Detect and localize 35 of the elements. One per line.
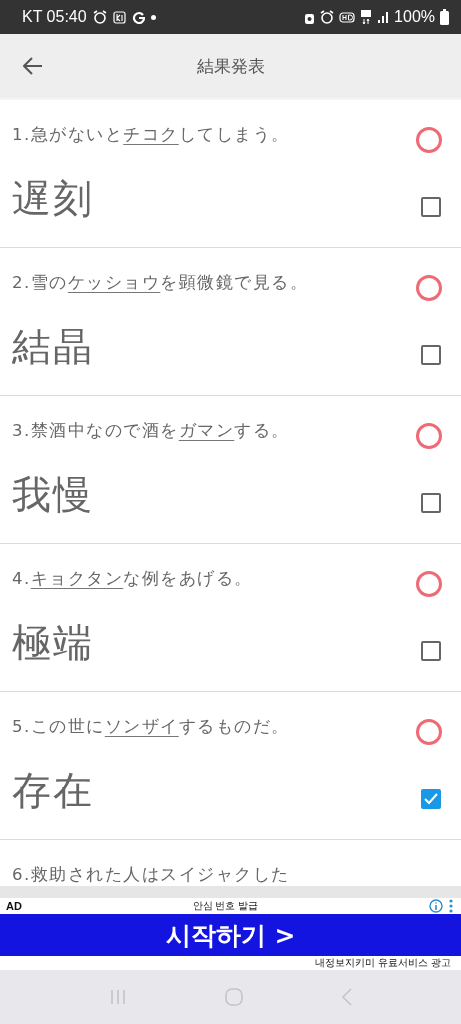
alarm-icon <box>92 10 107 24</box>
alarm-icon <box>320 10 335 24</box>
question-text: 5.この世に ソンザイ するものだ。 <box>12 716 290 738</box>
answer-text: 結晶 <box>12 323 94 371</box>
question-text: 6.救助された人はスイジャクした <box>12 864 290 886</box>
g-icon <box>131 10 145 24</box>
carrier-time: KT 05:40 <box>22 8 87 26</box>
ad-footer-text: 내정보지키미 유료서비스 광고 <box>314 956 451 970</box>
info-icon[interactable] <box>429 899 443 913</box>
more-icon[interactable] <box>449 899 453 913</box>
ad-headline: 안심 번호 발급 <box>192 899 259 913</box>
answer-text: 極端 <box>12 619 94 667</box>
checkbox[interactable] <box>421 789 441 809</box>
screen-title: 結果発表 <box>196 54 265 78</box>
question-text: 1.急がないと チコク してしまう。 <box>12 124 290 146</box>
back-icon[interactable] <box>23 57 43 75</box>
question-text: 3.禁酒中なので酒を ガマンする。 <box>12 420 290 442</box>
checkbox[interactable] <box>421 345 441 365</box>
ad-start-button[interactable]: 시작하기 > <box>0 914 461 956</box>
answer-text: 遅刻 <box>12 175 94 223</box>
app-icon <box>112 10 126 24</box>
checkbox[interactable] <box>421 493 441 513</box>
battery-percent: 100% <box>394 8 435 26</box>
battery-icon <box>440 9 449 25</box>
signal-icon <box>377 11 390 23</box>
question-text: 4.キョクタンな例をあげる。 <box>12 568 253 590</box>
network-icon <box>360 9 373 25</box>
answer-text: 存在 <box>12 767 94 815</box>
checkbox[interactable] <box>421 197 441 217</box>
ad-label: AD <box>6 900 22 912</box>
hd-icon <box>339 11 356 23</box>
answer-text: 我慢 <box>12 471 94 519</box>
checkbox[interactable] <box>421 641 441 661</box>
dot-icon <box>150 14 156 20</box>
question-text: 2.雪のケッショウ を顕微鏡で見る。 <box>12 272 309 294</box>
